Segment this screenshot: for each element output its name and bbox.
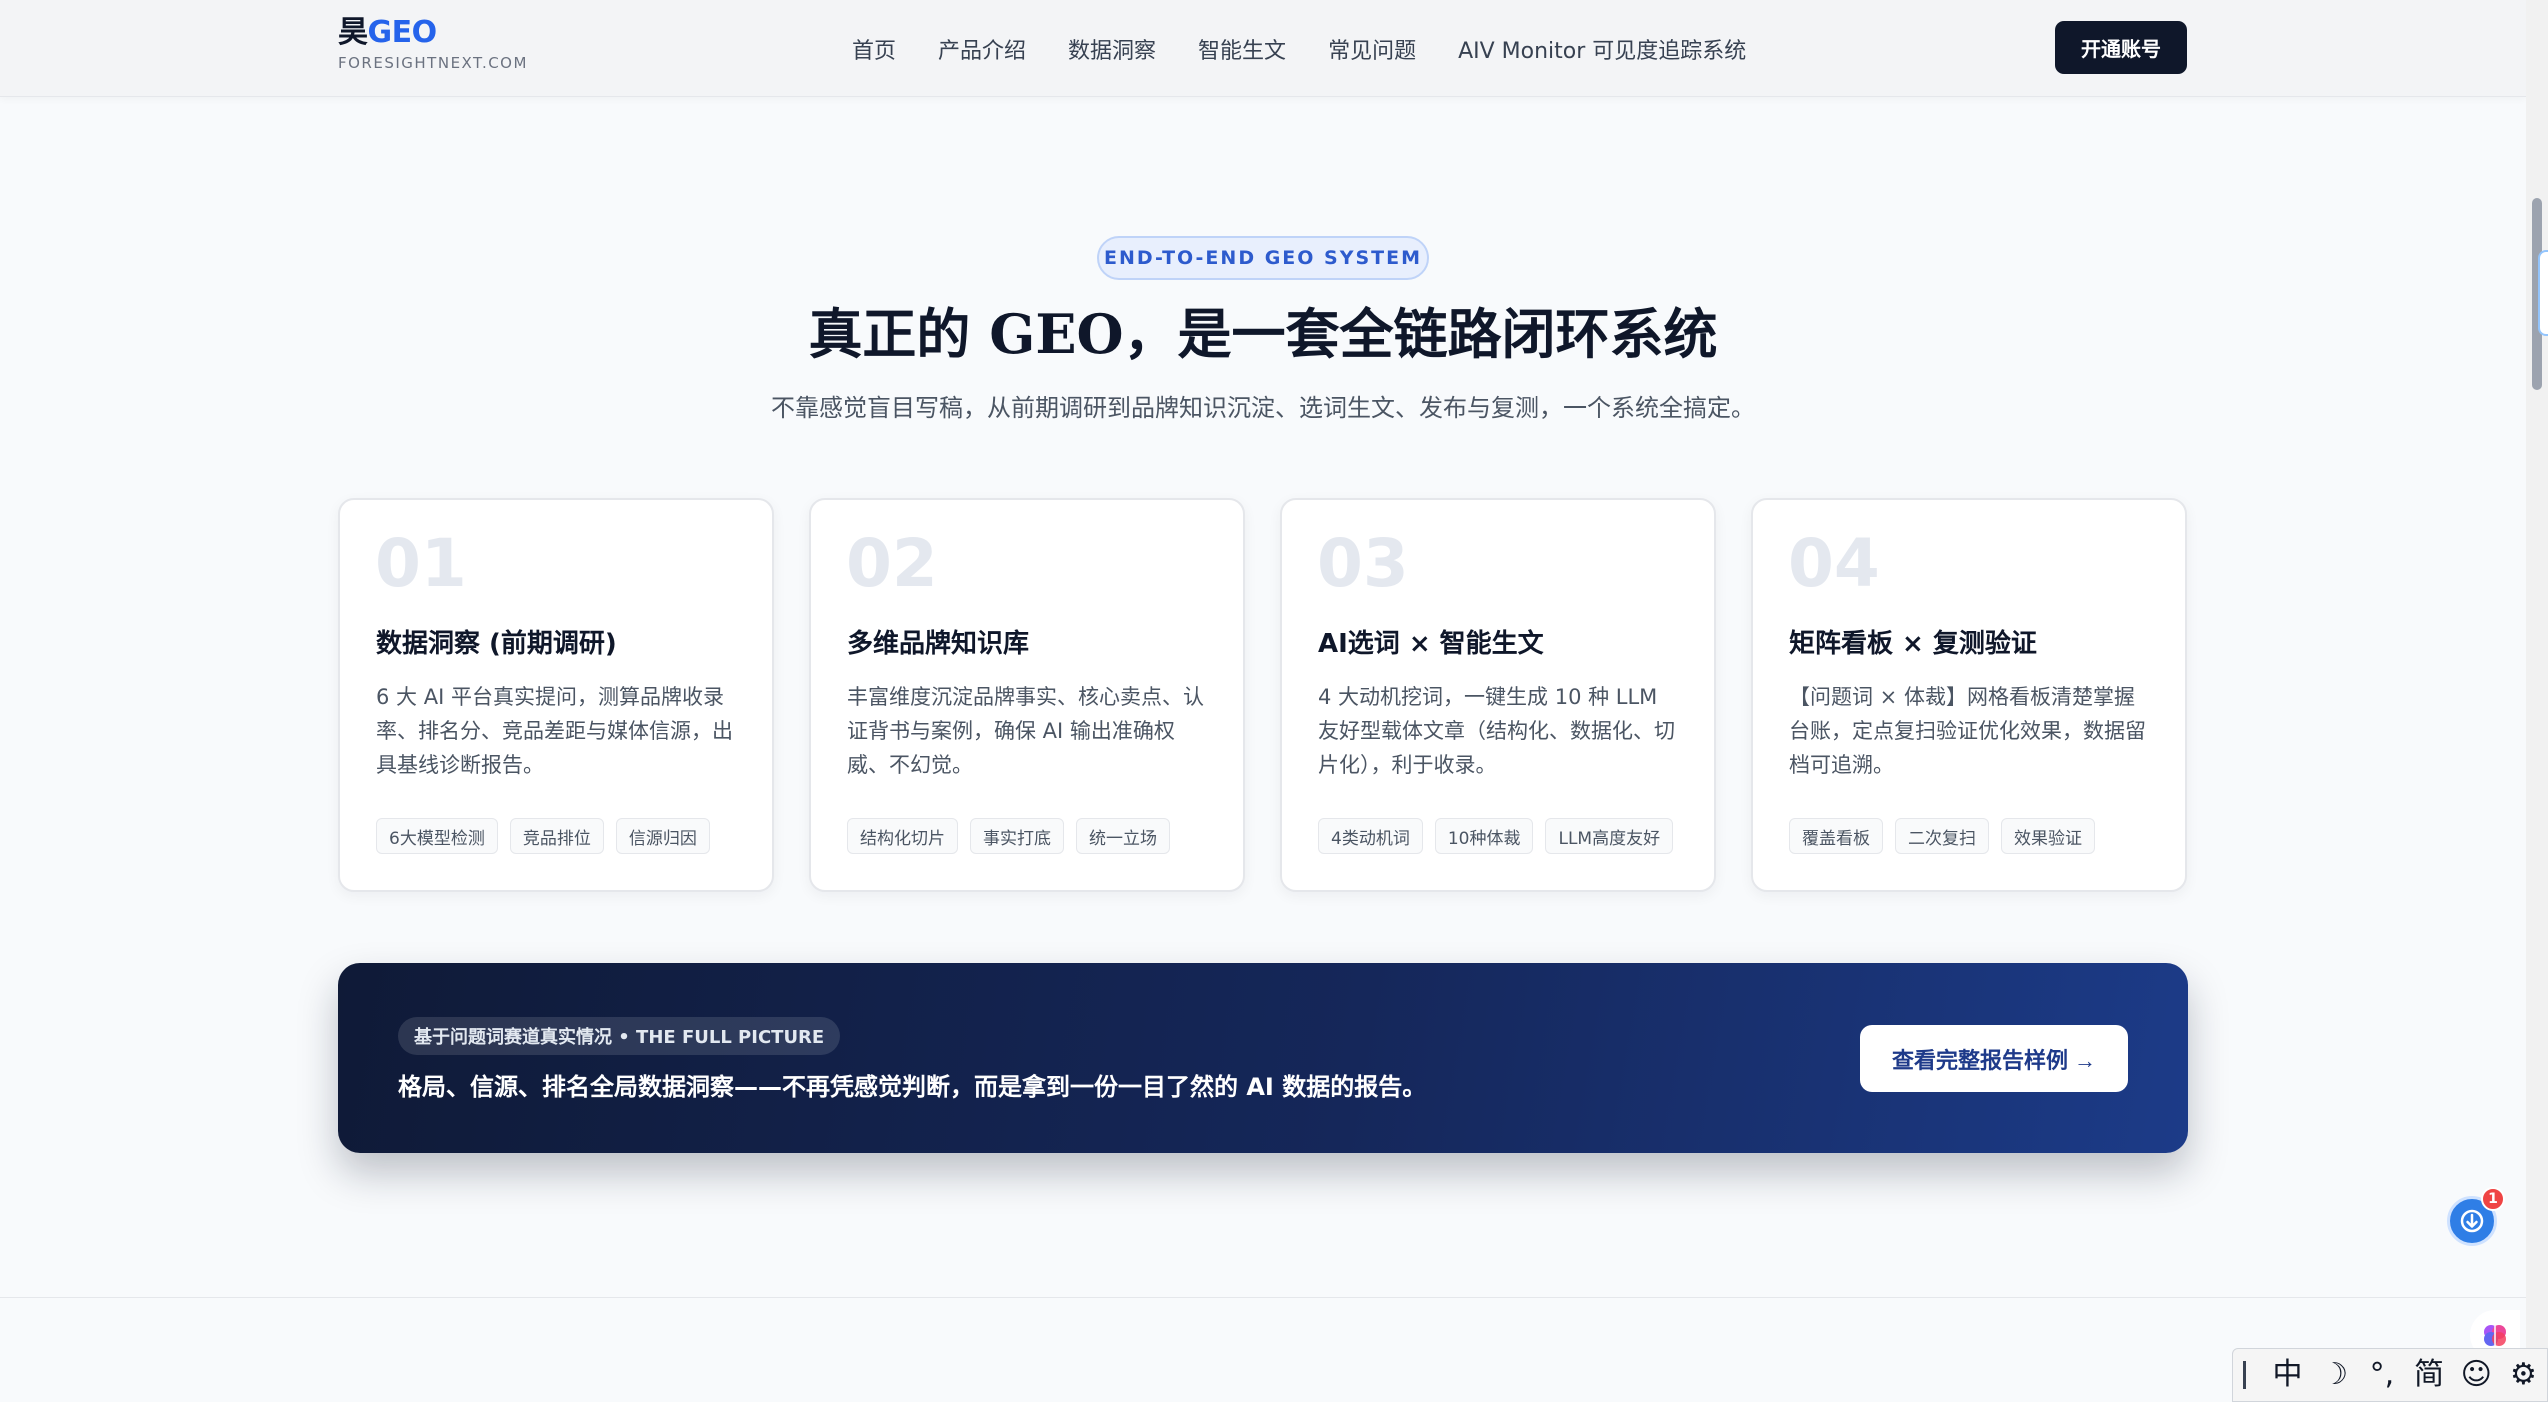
footer-divider [0,1297,2526,1298]
ime-punctuation-toggle[interactable]: °, [2358,1348,2405,1402]
banner-text: 格局、信源、排名全局数据洞察——不再凭感觉判断，而是拿到一份一目了然的 AI 数… [398,1073,1427,1101]
ime-emoji-icon[interactable]: ☺ [2453,1348,2500,1402]
brain-icon [2484,1325,2506,1346]
card-tags: 覆盖看板 二次复扫 效果验证 [1789,818,2095,854]
side-panel-tab[interactable] [2538,250,2548,336]
card-number: 03 [1317,525,1409,602]
ime-toolbar: 中 ☽ °, 简 ☺ ⚙ [2232,1348,2548,1402]
feature-card-data-insight: 01 数据洞察 (前期调研) 6 大 AI 平台真实提问，测算品牌收录率、排名分… [338,498,774,892]
card-description: 6 大 AI 平台真实提问，测算品牌收录率、排名分、竞品差距与媒体信源，出具基线… [376,685,733,777]
main-nav: 首页 产品介绍 数据洞察 智能生文 常见问题 AIV Monitor 可见度追踪… [852,0,1746,97]
card-tag: 覆盖看板 [1789,818,1883,854]
ime-language-toggle[interactable]: 中 [2264,1348,2311,1402]
card-title: 矩阵看板 × 复测验证 [1789,629,2037,659]
card-description: 【问题词 × 体裁】网格看板清楚掌握台账，定点复扫验证优化效果，数据留档可追溯。 [1789,685,2146,777]
ime-simplified-toggle[interactable]: 简 [2405,1348,2452,1402]
download-icon [2460,1209,2484,1233]
site-header: 昊GEO FORESIGHTNEXT.COM 首页 产品介绍 数据洞察 智能生文… [0,0,2526,97]
brand-accent: GEO [367,15,438,50]
card-description: 丰富维度沉淀品牌事实、核心卖点、认证背书与案例，确保 AI 输出准确权威、不幻觉… [847,685,1204,777]
brand-logo[interactable]: 昊GEO FORESIGHTNEXT.COM [338,18,528,71]
card-tag: 4类动机词 [1318,818,1423,854]
card-tag: 10种体裁 [1434,818,1534,854]
card-tags: 4类动机词 10种体裁 LLM高度友好 [1318,818,1674,854]
section-title: 真正的 GEO，是一套全链路闭环系统 [808,302,1718,366]
brand-prefix: 昊 [338,15,368,50]
banner-badge: 基于问题词赛道真实情况 • THE FULL PICTURE [398,1017,841,1055]
card-tag: 二次复扫 [1895,818,1989,854]
section-subtitle: 不靠感觉盲目写稿，从前期调研到品牌知识沉淀、选词生文、发布与复测，一个系统全搞定… [771,394,1755,422]
feature-card-dashboard: 04 矩阵看板 × 复测验证 【问题词 × 体裁】网格看板清楚掌握台账，定点复扫… [1751,498,2187,892]
card-description: 4 大动机挖词，一键生成 10 种 LLM 友好型载体文章（结构化、数据化、切片… [1318,685,1675,777]
feature-card-knowledge-base: 02 多维品牌知识库 丰富维度沉淀品牌事实、核心卖点、认证背书与案例，确保 AI… [809,498,1245,892]
card-tag: 事实打底 [970,818,1064,854]
card-title: 多维品牌知识库 [847,629,1030,659]
card-tag: 竞品排位 [509,818,604,854]
nav-data-insight[interactable]: 数据洞察 [1068,33,1156,65]
card-tag: 6大模型检测 [376,818,498,854]
card-tag: 统一立场 [1076,818,1170,854]
ime-grip-handle[interactable] [2243,1361,2252,1389]
card-tags: 结构化切片 事实打底 统一立场 [847,818,1170,854]
card-number: 02 [846,525,938,602]
ime-moon-icon[interactable]: ☽ [2311,1348,2358,1402]
section-badge: END-TO-END GEO SYSTEM [1097,236,1429,280]
nav-aiv-monitor[interactable]: AIV Monitor 可见度追踪系统 [1458,33,1746,65]
card-number: 01 [375,525,467,602]
card-tags: 6大模型检测 竞品排位 信源归因 [376,818,710,854]
nav-products[interactable]: 产品介绍 [938,33,1026,65]
card-tag: 效果验证 [2001,818,2095,854]
open-account-button[interactable]: 开通账号 [2055,21,2187,74]
view-full-report-button[interactable]: 查看完整报告样例 → [1860,1025,2128,1092]
feature-card-smart-writing: 03 AI选词 × 智能生文 4 大动机挖词，一键生成 10 种 LLM 友好型… [1280,498,1716,892]
nav-faq[interactable]: 常见问题 [1328,33,1416,65]
card-title: AI选词 × 智能生文 [1318,629,1544,659]
nav-smart-writing[interactable]: 智能生文 [1198,33,1286,65]
card-title: 数据洞察 (前期调研) [376,629,617,659]
ime-settings-icon[interactable]: ⚙ [2500,1348,2547,1402]
card-tag: 结构化切片 [847,818,958,854]
brand-name: 昊GEO [338,15,437,50]
report-banner: 基于问题词赛道真实情况 • THE FULL PICTURE 格局、信源、排名全… [338,963,2188,1153]
card-tag: LLM高度友好 [1545,818,1674,854]
notification-badge: 1 [2481,1187,2505,1211]
card-number: 04 [1788,525,1880,602]
nav-home[interactable]: 首页 [852,33,896,65]
brand-domain: FORESIGHTNEXT.COM [338,54,528,72]
card-tag: 信源归因 [615,818,710,854]
